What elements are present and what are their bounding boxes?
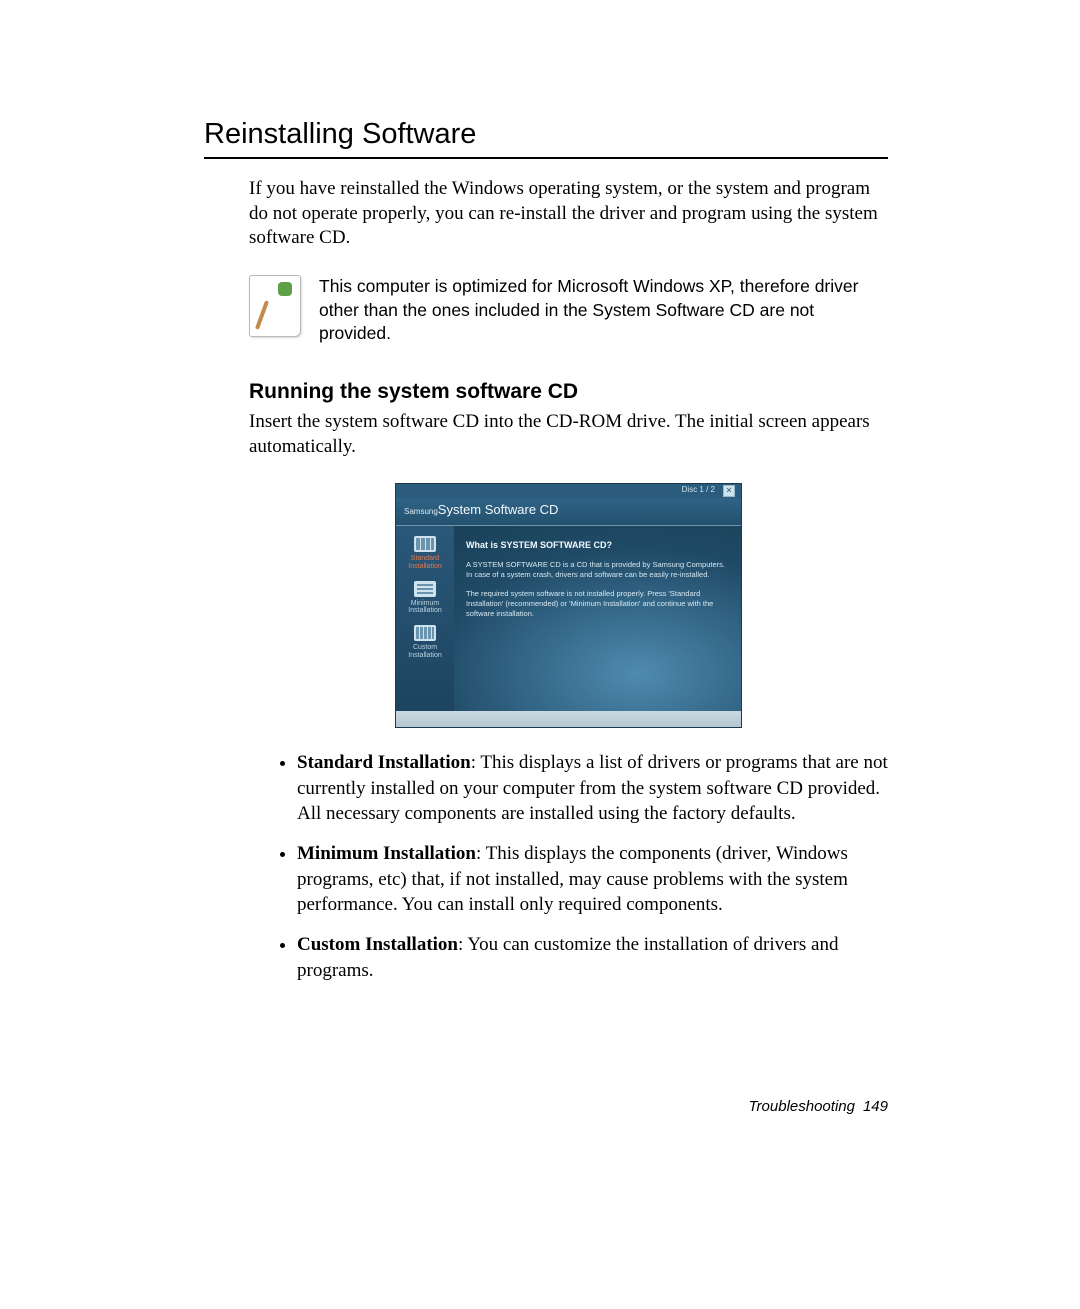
sidebar-item-standard[interactable]: Standard Installation: [396, 536, 454, 570]
sidebar-item-minimum[interactable]: Minimum Installation: [396, 581, 454, 615]
sidebar-item-label: Standard Installation: [396, 555, 454, 570]
list-item: Custom Installation: You can customize t…: [297, 932, 888, 983]
window-body: Standard Installation Minimum Installati…: [396, 526, 741, 711]
title-rule: [204, 157, 888, 159]
window-header: SamsungSystem Software CD: [396, 498, 741, 526]
software-cd-window: Disc 1 / 2 ✕ SamsungSystem Software CD S…: [395, 483, 742, 728]
term: Minimum Installation: [297, 843, 476, 864]
section-heading: Running the system software CD: [249, 380, 888, 404]
sidebar-item-label: Minimum Installation: [396, 600, 454, 615]
window-footer-bar: [396, 711, 741, 727]
list-item: Minimum Installation: This displays the …: [297, 841, 888, 918]
screenshot-figure: Disc 1 / 2 ✕ SamsungSystem Software CD S…: [249, 483, 888, 728]
page-number: 149: [863, 1098, 888, 1115]
main-paragraph: A SYSTEM SOFTWARE CD is a CD that is pro…: [466, 560, 727, 580]
bullet-list: Standard Installation: This displays a l…: [249, 750, 888, 983]
window-titlebar: Disc 1 / 2 ✕: [396, 484, 741, 498]
close-icon[interactable]: ✕: [723, 485, 735, 497]
page-footer: Troubleshooting 149: [749, 1098, 889, 1115]
note-icon: [249, 275, 301, 337]
term: Standard Installation: [297, 752, 471, 773]
document-page: Reinstalling Software If you have reinst…: [0, 0, 1080, 1309]
main-paragraph: The required system software is not inst…: [466, 589, 727, 618]
window-sidebar: Standard Installation Minimum Installati…: [396, 526, 454, 711]
footer-section: Troubleshooting: [749, 1098, 855, 1115]
main-heading: What is SYSTEM SOFTWARE CD?: [466, 540, 727, 552]
sidebar-item-label: Custom Installation: [396, 644, 454, 659]
note-block: This computer is optimized for Microsoft…: [249, 275, 888, 346]
disc-label: Disc 1 / 2: [682, 485, 715, 495]
window-main: What is SYSTEM SOFTWARE CD? A SYSTEM SOF…: [454, 526, 741, 711]
note-text: This computer is optimized for Microsoft…: [319, 275, 888, 346]
intro-paragraph: If you have reinstalled the Windows oper…: [249, 177, 888, 251]
sidebar-item-custom[interactable]: Custom Installation: [396, 625, 454, 659]
brand-label: Samsung: [404, 507, 438, 516]
custom-install-icon: [414, 625, 436, 641]
page-title: Reinstalling Software: [204, 118, 888, 151]
standard-install-icon: [414, 536, 436, 552]
content-column: Reinstalling Software If you have reinst…: [204, 118, 888, 997]
window-title: System Software CD: [438, 502, 559, 517]
term: Custom Installation: [297, 934, 458, 955]
section-body: Insert the system software CD into the C…: [249, 410, 888, 459]
indented-block: If you have reinstalled the Windows oper…: [249, 177, 888, 983]
minimum-install-icon: [414, 581, 436, 597]
list-item: Standard Installation: This displays a l…: [297, 750, 888, 827]
